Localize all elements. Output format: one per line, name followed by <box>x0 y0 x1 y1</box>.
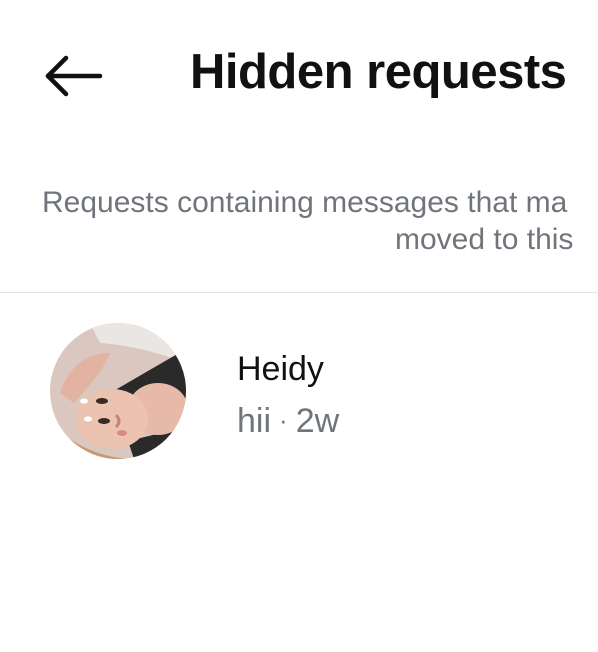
notice-text-line1: Requests containing messages that ma <box>42 186 568 219</box>
avatar[interactable] <box>50 323 186 459</box>
page-title: Hidden requests <box>190 45 567 99</box>
notice-text-line2: moved to this <box>395 223 574 256</box>
header-bar: Hidden requests <box>0 0 598 140</box>
request-message-text: hii <box>237 402 272 440</box>
request-preview: hii · 2w <box>237 402 339 441</box>
request-sender-name: Heidy <box>237 350 324 388</box>
back-button[interactable] <box>38 48 108 104</box>
hidden-requests-notice: Requests containing messages that ma mov… <box>0 180 598 270</box>
message-request-row[interactable]: Heidy hii · 2w <box>0 310 598 480</box>
arrow-left-icon <box>45 55 103 97</box>
separator-dot: · <box>279 405 288 435</box>
request-timestamp: 2w <box>295 402 340 440</box>
divider <box>0 292 598 293</box>
